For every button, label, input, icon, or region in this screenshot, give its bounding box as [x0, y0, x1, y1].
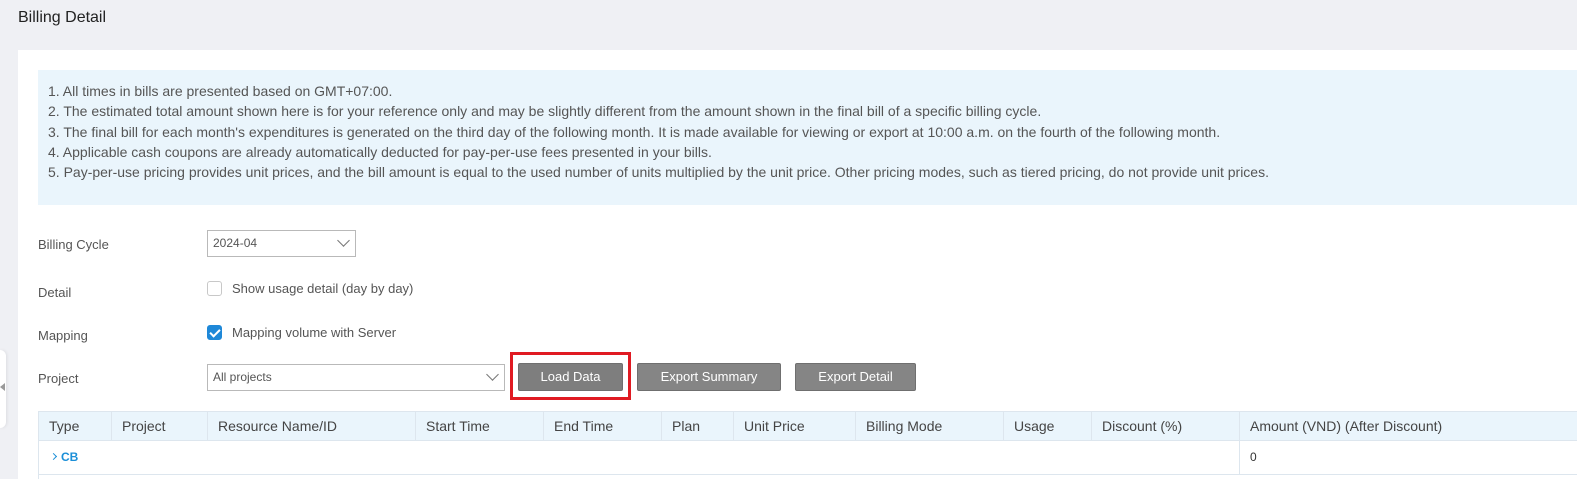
column-header-unit-price[interactable]: Unit Price — [734, 412, 856, 441]
column-header-start-time[interactable]: Start Time — [416, 412, 544, 441]
notice-line: 1. All times in bills are presented base… — [48, 83, 393, 99]
usage-detail-checkbox-label[interactable]: Show usage detail (day by day) — [232, 281, 413, 296]
chevron-down-icon — [337, 234, 350, 247]
chevron-left-icon — [0, 383, 5, 391]
mapping-volume-checkbox[interactable] — [207, 325, 222, 340]
export-summary-button[interactable]: Export Summary — [637, 363, 781, 391]
chevron-right-icon — [49, 452, 58, 461]
notice-line: 3. The final bill for each month's expen… — [48, 123, 1221, 140]
project-label: Project — [38, 371, 79, 386]
notice-box: 1. All times in bills are presented base… — [38, 70, 1577, 205]
project-value: All projects — [213, 370, 272, 384]
column-header-usage[interactable]: Usage — [1004, 412, 1092, 441]
expand-row-toggle[interactable]: CB — [49, 450, 79, 464]
billing-cycle-label: Billing Cycle — [38, 237, 109, 252]
mapping-volume-checkbox-label[interactable]: Mapping volume with Server — [232, 325, 396, 340]
billing-cycle-select[interactable]: 2024-04 — [207, 230, 356, 257]
column-header-type[interactable]: Type — [39, 412, 112, 441]
column-header-plan[interactable]: Plan — [662, 412, 734, 441]
mapping-label: Mapping — [38, 328, 88, 343]
billing-table: Type Project Resource Name/ID Start Time… — [38, 411, 1577, 479]
chevron-down-icon — [486, 368, 499, 381]
column-header-resource[interactable]: Resource Name/ID — [208, 412, 416, 441]
row-type-cell[interactable]: CB — [39, 441, 1240, 475]
column-header-amount[interactable]: Amount (VND) (After Discount) — [1240, 412, 1577, 441]
table-row[interactable]: CB 0 — [39, 441, 1577, 475]
notice-line: 4. Applicable cash coupons are already a… — [48, 143, 712, 160]
column-header-billing-mode[interactable]: Billing Mode — [856, 412, 1004, 441]
detail-label: Detail — [38, 285, 72, 300]
notice-line: 5. Pay-per-use pricing provides unit pri… — [48, 164, 1269, 181]
usage-detail-checkbox[interactable] — [207, 281, 222, 296]
export-detail-button[interactable]: Export Detail — [795, 363, 916, 391]
page-title: Billing Detail — [18, 9, 107, 26]
column-header-end-time[interactable]: End Time — [544, 412, 662, 441]
notice-line: 2. The estimated total amount shown here… — [48, 103, 1042, 120]
row-type-value: CB — [61, 450, 79, 464]
billing-cycle-value: 2024-04 — [213, 236, 258, 250]
billing-panel: 1. All times in bills are presented base… — [18, 50, 1577, 479]
project-select[interactable]: All projects — [207, 364, 505, 391]
load-data-button[interactable]: Load Data — [518, 363, 623, 391]
row-amount-cell: 0 — [1250, 450, 1257, 464]
column-header-project[interactable]: Project — [112, 412, 208, 441]
table-header: Type Project Resource Name/ID Start Time… — [39, 412, 1577, 441]
column-header-discount[interactable]: Discount (%) — [1092, 412, 1240, 441]
